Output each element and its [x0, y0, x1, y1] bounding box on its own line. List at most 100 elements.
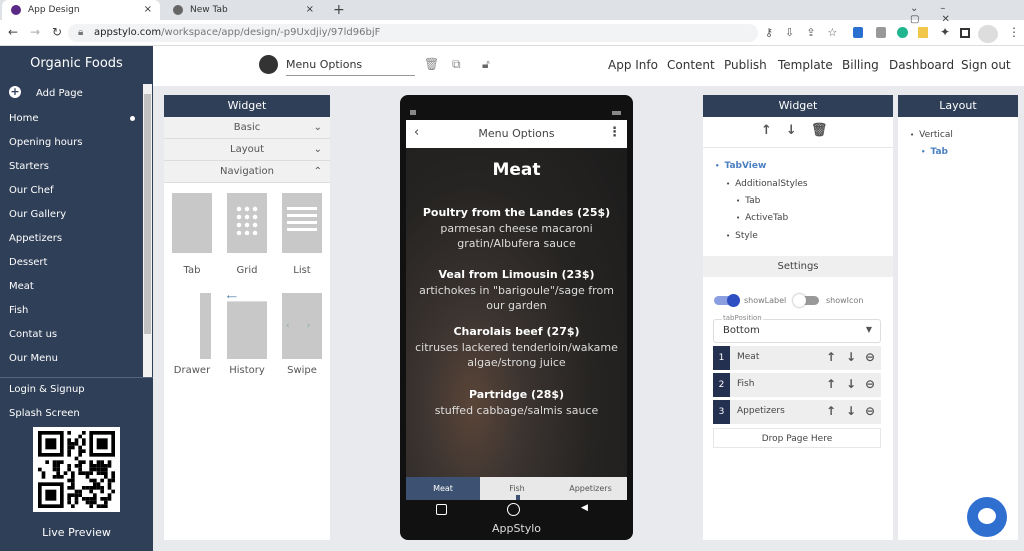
sidebar-item-our-menu[interactable]: Our Menu	[9, 353, 58, 364]
sidebar-item-our-chef[interactable]: Our Chef	[9, 185, 54, 196]
remove-icon[interactable]: ⊖	[865, 404, 875, 418]
arrow-down-icon[interactable]: ↓	[846, 377, 856, 391]
home-icon[interactable]	[507, 503, 520, 516]
forward-icon[interactable]: →	[30, 25, 40, 39]
section-navigation[interactable]: Navigation ⌃	[164, 161, 330, 183]
browser-toolbar-icons[interactable]: ⚷⇩⇪☆	[765, 26, 849, 39]
section-basic[interactable]: Basic ⌄	[164, 117, 330, 139]
side-panel-icon[interactable]	[960, 28, 970, 38]
window-controls[interactable]: ⌄–▢✕	[910, 3, 1024, 25]
arrow-up-icon[interactable]: ↑	[826, 350, 836, 364]
widget-drawer[interactable]	[200, 293, 211, 359]
add-icon[interactable]: +	[9, 86, 21, 98]
phone-tab-appetizers[interactable]: Appetizers	[554, 477, 627, 500]
chat-button[interactable]	[967, 497, 1007, 537]
nav-app-info[interactable]: App Info	[608, 58, 658, 72]
widget-history[interactable]: ⟵	[227, 293, 267, 359]
page-name-input[interactable]: Menu Options	[286, 58, 415, 76]
sidebar-item-login-signup[interactable]: Login & Signup	[9, 384, 85, 395]
section-layout[interactable]: Layout ⌄	[164, 139, 330, 161]
copy-page-icon[interactable]: ⧉	[452, 57, 461, 72]
tree-item-tabview[interactable]: TabView	[715, 161, 766, 171]
show-icon-label: showIcon	[826, 296, 864, 305]
phone-tab-meat[interactable]: Meat	[406, 477, 480, 500]
recent-apps-icon[interactable]	[436, 504, 447, 515]
lock-icon: 🔒︎	[78, 27, 84, 38]
sidebar-item-meat[interactable]: Meat	[9, 281, 34, 292]
unlock-icon[interactable]: 🔓︎	[482, 57, 490, 72]
menu-item-desc: parmesan cheese macaroni gratin/Albufera…	[440, 222, 593, 250]
move-controls[interactable]: ↑↓🗑︎	[761, 123, 841, 138]
sidebar-item-home[interactable]: Home	[9, 113, 39, 124]
profile-avatar[interactable]	[978, 25, 998, 43]
url-input[interactable]: 🔒︎ appstylo.com/workspace/app/design/-p9U…	[68, 24, 758, 42]
nav-sign-out[interactable]: Sign out	[961, 58, 1011, 72]
sidebar-item-contat-us[interactable]: Contat us	[9, 329, 57, 340]
arrow-down-icon[interactable]: ↓	[846, 350, 856, 364]
sidebar-item-appetizers[interactable]: Appetizers	[9, 233, 62, 244]
nav-dashboard[interactable]: Dashboard	[889, 58, 954, 72]
widget-label: List	[293, 265, 311, 276]
url-path: /workspace/app/design/-p9Uxdjiy/97ld96bj…	[161, 27, 381, 38]
tree-item-activetab[interactable]: ActiveTab	[736, 213, 788, 223]
extension-gray-icon[interactable]	[876, 27, 886, 38]
more-icon[interactable]: ⋮	[608, 125, 621, 140]
sidebar-item-our-gallery[interactable]: Our Gallery	[9, 209, 66, 220]
arrow-up-icon[interactable]: ↑	[826, 404, 836, 418]
page-icon[interactable]	[259, 55, 278, 74]
back-triangle-icon[interactable]: ◀	[581, 503, 588, 513]
close-tab-icon[interactable]: ×	[306, 0, 314, 20]
tree-item-style[interactable]: Style	[726, 231, 758, 241]
widget-swipe[interactable]: ‹ ›	[282, 293, 322, 359]
sidebar-item-starters[interactable]: Starters	[9, 161, 49, 172]
extensions-puzzle-icon[interactable]: ✦	[940, 25, 950, 39]
sidebar-item-dessert[interactable]: Dessert	[9, 257, 47, 268]
add-page-button[interactable]: Add Page	[36, 88, 83, 99]
tab-app-design[interactable]: App Design ×	[2, 0, 160, 20]
widget-grid[interactable]	[227, 193, 267, 253]
show-icon-toggle[interactable]	[793, 294, 819, 307]
extension-yellow-icon[interactable]	[918, 27, 928, 38]
tab-new-tab[interactable]: New Tab ×	[164, 0, 322, 20]
nav-billing[interactable]: Billing	[842, 58, 879, 72]
sidebar-item-fish[interactable]: Fish	[9, 305, 28, 316]
new-tab-button[interactable]: +	[333, 2, 345, 18]
nav-template[interactable]: Template	[778, 58, 833, 72]
nav-publish[interactable]: Publish	[724, 58, 767, 72]
tree-item-additionalstyles[interactable]: AdditionalStyles	[726, 179, 807, 189]
sidebar-item-opening-hours[interactable]: Opening hours	[9, 137, 82, 148]
tab-position-select[interactable]: tabPosition Bottom ▼	[713, 314, 881, 343]
close-tab-icon[interactable]: ×	[144, 0, 152, 20]
widget-tab[interactable]	[172, 193, 212, 253]
arrow-up-icon[interactable]: ↑	[826, 377, 836, 391]
tree-item-tab[interactable]: Tab	[736, 196, 760, 206]
phone-app-bar: ‹ Menu Options ⋮	[406, 120, 627, 148]
extension-shield-icon[interactable]	[853, 27, 863, 38]
widget-list[interactable]	[282, 193, 322, 253]
grammarly-icon[interactable]	[897, 27, 908, 38]
tab-page-row[interactable]: 3 Appetizers ↑ ↓ ⊖	[713, 400, 881, 424]
arrow-up-icon[interactable]: ↑	[761, 123, 786, 138]
sidebar-item-splash-screen[interactable]: Splash Screen	[9, 408, 80, 419]
chrome-menu-icon[interactable]: ⋮	[1008, 25, 1020, 39]
sidebar-scrollbar[interactable]	[143, 84, 152, 377]
arrow-down-icon[interactable]: ↓	[846, 404, 856, 418]
layout-item-vertical[interactable]: Vertical	[910, 130, 953, 140]
nav-content[interactable]: Content	[667, 58, 715, 72]
delete-page-icon[interactable]: 🗑︎	[424, 57, 439, 71]
tab-page-row[interactable]: 2 Fish ↑ ↓ ⊖	[713, 373, 881, 397]
widget-label: Swipe	[287, 365, 317, 376]
reload-icon[interactable]: ↻	[52, 25, 62, 39]
drop-page-zone[interactable]: Drop Page Here	[713, 428, 881, 448]
layout-panel: Layout Vertical Tab	[898, 95, 1018, 540]
remove-icon[interactable]: ⊖	[865, 377, 875, 391]
live-preview-button[interactable]: Live Preview	[0, 526, 153, 539]
show-label-toggle[interactable]	[714, 294, 740, 307]
back-icon[interactable]: ←	[8, 25, 18, 39]
layout-item-tab[interactable]: Tab	[921, 147, 948, 157]
arrow-down-icon[interactable]: ↓	[786, 123, 811, 138]
tab-page-row[interactable]: 1 Meat ↑ ↓ ⊖	[713, 346, 881, 370]
signal-icon	[410, 110, 416, 115]
trash-icon[interactable]: 🗑︎	[811, 123, 842, 138]
remove-icon[interactable]: ⊖	[865, 350, 875, 364]
